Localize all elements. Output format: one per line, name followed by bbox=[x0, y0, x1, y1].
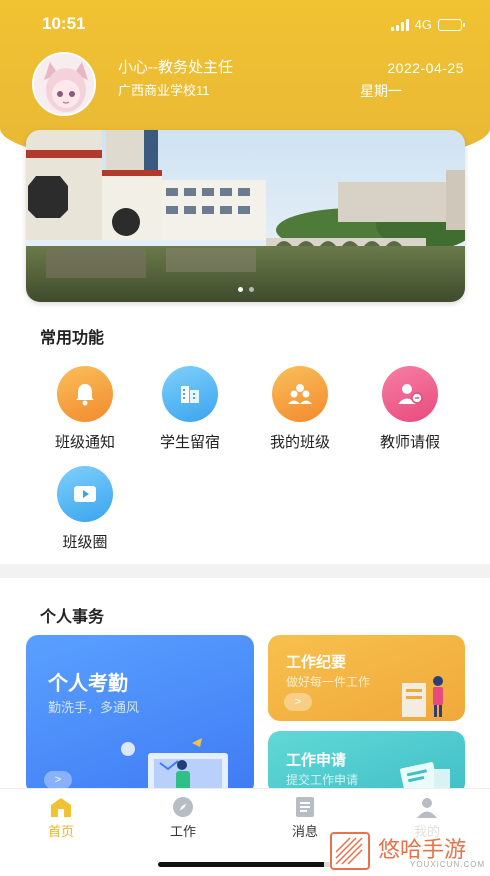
card-work-summary[interactable]: 工作纪要 做好每一件工作 > bbox=[268, 635, 465, 721]
group-icon bbox=[272, 366, 328, 422]
work-summary-illustration bbox=[402, 676, 443, 717]
card-title: 个人考勤 bbox=[48, 673, 128, 695]
battery-icon bbox=[438, 18, 465, 31]
attendance-go-button[interactable]: > bbox=[44, 771, 72, 789]
tab-work[interactable]: 工作 bbox=[143, 795, 223, 840]
message-icon bbox=[292, 795, 318, 819]
card-title: 工作申请 bbox=[286, 752, 347, 769]
card-attendance[interactable]: 个人考勤 勤洗手，多通风 > bbox=[26, 635, 254, 795]
status-indicators: 4G bbox=[390, 17, 465, 32]
attendance-illustration bbox=[121, 738, 228, 795]
func-label: 我的班级 bbox=[269, 434, 330, 451]
avatar[interactable] bbox=[32, 52, 96, 116]
user-name: 小心--教务处主任 bbox=[118, 59, 233, 76]
func-my-class[interactable]: 我的班级 bbox=[245, 366, 355, 452]
tab-label: 首页 bbox=[47, 824, 74, 839]
video-icon bbox=[57, 466, 113, 522]
tab-label: 工作 bbox=[169, 824, 196, 839]
school-name: 广西商业学校11 bbox=[118, 83, 210, 98]
personal-affairs-title: 个人事务 bbox=[40, 609, 105, 626]
home-indicator bbox=[158, 862, 332, 867]
func-class-circle[interactable]: 班级圈 bbox=[30, 466, 140, 552]
watermark-subtext: YOUXICUN.COM bbox=[410, 860, 486, 869]
compass-icon bbox=[170, 795, 196, 819]
func-label: 学生留宿 bbox=[159, 434, 220, 451]
bell-icon bbox=[57, 366, 113, 422]
signal-icon bbox=[390, 18, 409, 31]
status-time: 10:51 bbox=[42, 14, 86, 33]
network-label: 4G bbox=[414, 17, 432, 32]
banner-pagination bbox=[237, 287, 254, 292]
func-label: 教师请假 bbox=[379, 434, 440, 451]
func-teacher-leave[interactable]: 教师请假 bbox=[355, 366, 465, 452]
func-class-notice[interactable]: 班级通知 bbox=[30, 366, 140, 452]
card-work-application[interactable]: 工作申请 提交工作申请 bbox=[268, 731, 465, 795]
func-label: 班级圈 bbox=[62, 534, 108, 551]
card-subtitle: 做好每一件工作 bbox=[286, 675, 371, 689]
status-bar: 10:51 4G bbox=[42, 14, 465, 38]
campus-banner[interactable] bbox=[26, 130, 465, 302]
work-summary-go-button[interactable]: > bbox=[284, 693, 312, 711]
current-weekday: 星期一 bbox=[360, 83, 402, 99]
func-student-stay[interactable]: 学生留宿 bbox=[135, 366, 245, 452]
building-icon bbox=[162, 366, 218, 422]
card-subtitle: 勤洗手，多通风 bbox=[48, 700, 140, 715]
person-leave-icon bbox=[382, 366, 438, 422]
tab-home[interactable]: 首页 bbox=[21, 795, 101, 840]
func-label: 班级通知 bbox=[54, 434, 115, 451]
user-icon bbox=[414, 795, 440, 819]
section-divider bbox=[0, 564, 490, 578]
home-icon bbox=[48, 795, 74, 819]
current-date: 2022-04-25 bbox=[387, 60, 464, 76]
card-title: 工作纪要 bbox=[286, 654, 347, 671]
common-functions-title: 常用功能 bbox=[40, 330, 105, 347]
watermark: 悠哈手游 YOUXICUN.COM bbox=[324, 824, 490, 876]
watermark-logo bbox=[330, 832, 370, 870]
card-subtitle: 提交工作申请 bbox=[286, 773, 359, 787]
